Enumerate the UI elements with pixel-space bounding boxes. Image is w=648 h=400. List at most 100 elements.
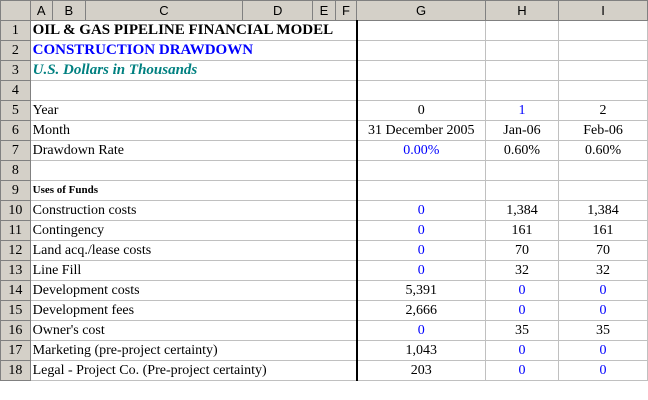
cell[interactable] [335, 200, 358, 221]
section-heading-cell[interactable]: Uses of Funds [30, 180, 336, 201]
column-header-g[interactable]: G [356, 0, 486, 21]
subtitle-cell[interactable]: CONSTRUCTION DRAWDOWN [30, 40, 336, 61]
label-cell[interactable]: Development fees [30, 300, 336, 321]
row-header[interactable]: 11 [0, 220, 31, 241]
row-header[interactable]: 13 [0, 260, 31, 281]
label-cell[interactable]: Owner's cost [30, 320, 336, 341]
label-cell[interactable]: Marketing (pre-project certainty) [30, 340, 336, 361]
value-cell-i[interactable]: 1,384 [558, 200, 648, 221]
cell[interactable] [335, 240, 358, 261]
cell[interactable] [335, 220, 358, 241]
cell[interactable] [335, 260, 358, 281]
cell[interactable] [558, 160, 648, 181]
value-cell-i[interactable]: 35 [558, 320, 648, 341]
value-cell-i[interactable]: 161 [558, 220, 648, 241]
value-cell-g[interactable]: 0 [356, 260, 486, 281]
value-cell-h[interactable]: 32 [485, 260, 560, 281]
cell[interactable] [335, 100, 358, 121]
row-header[interactable]: 9 [0, 180, 31, 201]
value-cell-h[interactable]: 35 [485, 320, 560, 341]
column-header-a[interactable]: A [29, 0, 53, 21]
value-cell-h[interactable]: 0 [485, 360, 560, 381]
cell[interactable] [485, 160, 560, 181]
value-cell-g[interactable]: 0 [356, 240, 486, 261]
label-cell[interactable]: Legal - Project Co. (Pre-project certain… [30, 360, 336, 381]
label-cell[interactable]: Month [30, 120, 336, 141]
value-cell-i[interactable]: 0 [558, 340, 648, 361]
value-cell-g[interactable]: 0 [356, 220, 486, 241]
cell[interactable] [335, 360, 358, 381]
column-header-d[interactable]: D [241, 0, 314, 21]
value-cell-i[interactable]: 70 [558, 240, 648, 261]
cell[interactable] [335, 340, 358, 361]
value-cell-i[interactable]: 0 [558, 360, 648, 381]
cell[interactable] [335, 40, 358, 61]
label-cell[interactable]: Development costs [30, 280, 336, 301]
value-cell-h[interactable]: 1,384 [485, 200, 560, 221]
title-cell[interactable]: OIL & GAS PIPELINE FINANCIAL MODEL [30, 20, 336, 41]
cell[interactable] [335, 300, 358, 321]
cell[interactable] [335, 20, 358, 41]
cell[interactable] [558, 20, 648, 41]
row-header[interactable]: 18 [0, 360, 31, 381]
value-cell-h[interactable]: 0 [485, 340, 560, 361]
cell[interactable] [356, 160, 486, 181]
cell[interactable] [558, 80, 648, 101]
select-all-corner[interactable] [0, 0, 31, 21]
row-header[interactable]: 15 [0, 300, 31, 321]
label-cell[interactable]: Year [30, 100, 336, 121]
cell[interactable] [485, 40, 560, 61]
row-header[interactable]: 14 [0, 280, 31, 301]
value-cell-h[interactable]: 161 [485, 220, 560, 241]
value-cell-i[interactable]: 0.60% [558, 140, 648, 161]
label-cell[interactable]: Land acq./lease costs [30, 240, 336, 261]
column-header-b[interactable]: B [51, 0, 86, 21]
cell[interactable] [558, 60, 648, 81]
value-cell-g[interactable]: 203 [356, 360, 486, 381]
cell[interactable] [335, 180, 358, 201]
column-header-e[interactable]: E [312, 0, 336, 21]
cell[interactable] [485, 60, 560, 81]
cell[interactable] [558, 180, 648, 201]
row-header[interactable]: 8 [0, 160, 31, 181]
value-cell-i[interactable]: 2 [558, 100, 648, 121]
cell[interactable] [335, 160, 358, 181]
cell[interactable] [335, 140, 358, 161]
value-cell-g[interactable]: 31 December 2005 [356, 120, 486, 141]
column-header-h[interactable]: H [484, 0, 560, 21]
row-header[interactable]: 6 [0, 120, 31, 141]
units-cell[interactable]: U.S. Dollars in Thousands [30, 60, 336, 81]
label-cell[interactable]: Line Fill [30, 260, 336, 281]
cell[interactable] [335, 80, 358, 101]
row-header[interactable]: 12 [0, 240, 31, 261]
column-header-f[interactable]: F [334, 0, 358, 21]
value-cell-h[interactable]: 0.60% [485, 140, 560, 161]
cell[interactable] [356, 80, 486, 101]
cell[interactable] [356, 180, 486, 201]
row-header[interactable]: 5 [0, 100, 31, 121]
cell[interactable] [485, 80, 560, 101]
row-header[interactable]: 16 [0, 320, 31, 341]
cell[interactable] [335, 60, 358, 81]
row-header[interactable]: 4 [0, 80, 31, 101]
column-header-c[interactable]: C [84, 0, 243, 21]
cell[interactable] [30, 160, 336, 181]
value-cell-g[interactable]: 0.00% [356, 140, 486, 161]
row-header[interactable]: 7 [0, 140, 31, 161]
value-cell-h[interactable]: 0 [485, 300, 560, 321]
row-header[interactable]: 2 [0, 40, 31, 61]
label-cell[interactable]: Contingency [30, 220, 336, 241]
label-cell[interactable]: Construction costs [30, 200, 336, 221]
column-header-i[interactable]: I [558, 0, 648, 21]
cell[interactable] [335, 320, 358, 341]
value-cell-h[interactable]: 1 [485, 100, 560, 121]
cell[interactable] [356, 20, 486, 41]
cell[interactable] [485, 180, 560, 201]
value-cell-g[interactable]: 0 [356, 320, 486, 341]
value-cell-g[interactable]: 0 [356, 100, 486, 121]
row-header[interactable]: 17 [0, 340, 31, 361]
value-cell-g[interactable]: 0 [356, 200, 486, 221]
value-cell-i[interactable]: Feb-06 [558, 120, 648, 141]
cell[interactable] [356, 40, 486, 61]
value-cell-g[interactable]: 1,043 [356, 340, 486, 361]
